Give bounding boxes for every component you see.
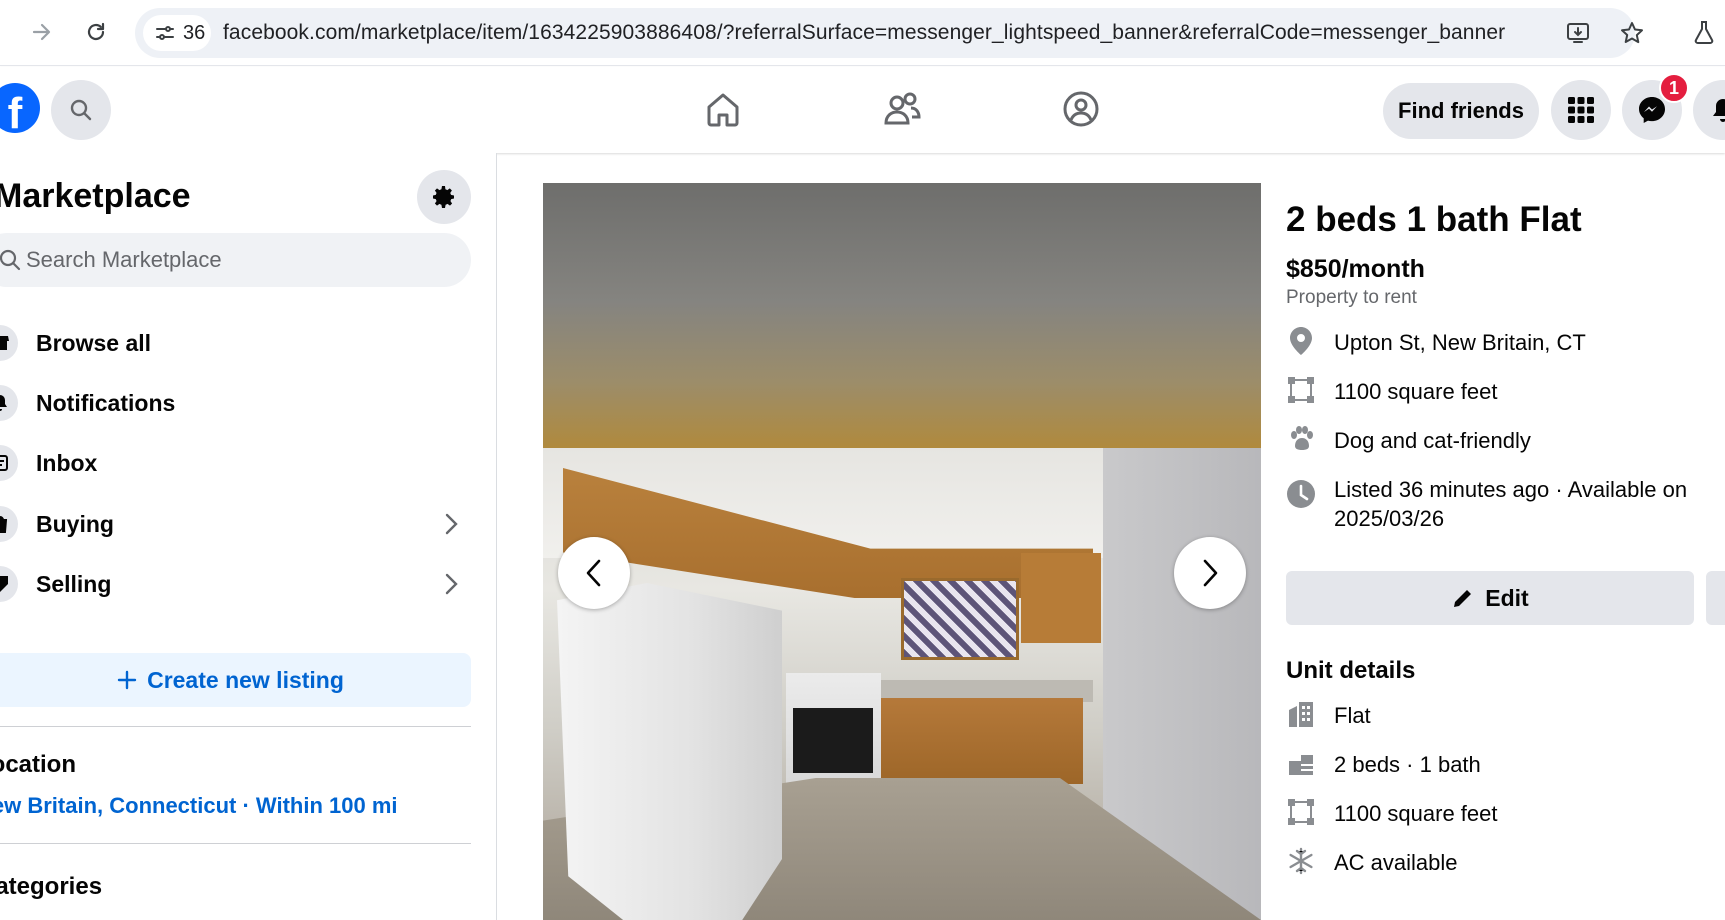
grid-menu-icon — [1568, 97, 1594, 123]
unit-detail-text: AC available — [1334, 850, 1458, 875]
edit-listing-button[interactable]: Edit — [1286, 571, 1694, 625]
home-icon[interactable] — [701, 87, 745, 131]
marketplace-settings-button[interactable] — [417, 170, 471, 224]
unit-detail-text: 1100 square feet — [1334, 801, 1498, 826]
tag-icon — [0, 566, 18, 602]
sidebar-item-notifications[interactable]: Notifications — [0, 374, 470, 432]
pencil-icon — [1454, 590, 1472, 607]
listing-photo — [543, 183, 1261, 920]
notifications-button[interactable] — [1693, 80, 1725, 140]
shopping-bag-icon — [0, 506, 18, 542]
attribute-text: 1100 square feet — [1334, 379, 1498, 404]
inbox-icon — [0, 445, 18, 481]
chevron-right-icon — [444, 512, 460, 541]
forward-button[interactable] — [24, 14, 60, 50]
sidebar-divider — [0, 726, 471, 727]
find-friends-button[interactable]: Find friends — [1383, 83, 1539, 139]
facebook-logo-icon[interactable]: f — [0, 83, 40, 133]
snowflake-icon — [1286, 846, 1316, 876]
edit-label: Edit — [1485, 584, 1529, 611]
bookmark-star-icon[interactable] — [1619, 20, 1645, 46]
groups-icon[interactable] — [1059, 87, 1103, 131]
chevron-right-icon — [1203, 559, 1218, 587]
listing-title: 2 beds 1 bath Flat — [1286, 200, 1582, 239]
unit-detail-text: 2 beds · 1 bath — [1334, 752, 1481, 777]
shop-icon — [0, 325, 18, 361]
kitchen-photo — [543, 448, 1261, 920]
listing-category: Property to rent — [1286, 287, 1417, 308]
facebook-header: f Find friends 1 — [0, 67, 1725, 153]
location-filter-link[interactable]: New Britain, Connecticut · Within 100 mi — [0, 793, 398, 819]
create-new-listing-label: Create new listing — [147, 666, 344, 693]
sidebar-item-inbox[interactable]: Inbox — [0, 434, 470, 492]
sidebar-item-label: Buying — [36, 510, 114, 537]
url-text[interactable]: facebook.com/marketplace/item/1634225903… — [223, 21, 1505, 45]
chevron-right-icon — [444, 572, 460, 601]
photo-blurred-backdrop — [543, 183, 1261, 448]
sidebar-title: Marketplace — [0, 177, 191, 215]
more-options-button[interactable] — [1706, 571, 1725, 625]
listing-details-panel: 2 beds 1 bath Flat $850/month Property t… — [1261, 183, 1725, 920]
sidebar-item-label: Browse all — [36, 329, 152, 356]
friends-icon[interactable] — [880, 87, 924, 131]
reload-button[interactable] — [78, 14, 114, 50]
chevron-left-icon — [586, 559, 601, 587]
tune-icon — [156, 26, 174, 40]
sidebar-item-browse-all[interactable]: Browse all — [0, 314, 470, 372]
bell-icon — [0, 385, 18, 421]
sidebar-item-selling[interactable]: Selling — [0, 555, 470, 613]
categories-heading: Categories — [0, 873, 103, 900]
listing-price: $850/month — [1286, 255, 1425, 283]
tab-count: 36 — [183, 21, 206, 44]
sidebar-item-label: Notifications — [36, 389, 176, 416]
plus-icon — [117, 670, 137, 690]
location-pin-icon — [1286, 326, 1316, 356]
attribute-text: Dog and cat-friendly — [1334, 428, 1531, 453]
messenger-badge: 1 — [1659, 73, 1689, 103]
arrow-right-icon — [32, 23, 51, 41]
marketplace-search — [0, 233, 471, 287]
location-heading: Location — [0, 751, 76, 778]
reload-icon — [87, 22, 105, 41]
sidebar-item-buying[interactable]: Buying — [0, 495, 470, 553]
sidebar-item-label: Selling — [36, 570, 112, 597]
menu-button[interactable] — [1551, 80, 1611, 140]
paw-icon — [1286, 424, 1316, 454]
next-photo-button[interactable] — [1174, 537, 1246, 609]
square-feet-icon — [1286, 375, 1316, 405]
square-feet-icon — [1286, 797, 1316, 827]
building-icon — [1286, 699, 1316, 729]
labs-icon[interactable] — [1686, 14, 1722, 50]
search-icon — [0, 249, 21, 271]
address-bar[interactable]: 36 facebook.com/marketplace/item/1634225… — [135, 8, 1643, 58]
marketplace-sidebar: Marketplace Browse all Notifications Inb… — [0, 153, 497, 920]
unit-details-heading: Unit details — [1286, 657, 1416, 684]
messenger-icon — [1639, 97, 1665, 123]
sidebar-item-label: Inbox — [36, 449, 98, 476]
install-app-icon[interactable] — [1565, 20, 1591, 46]
bell-icon — [1713, 99, 1725, 122]
unit-detail-text: Flat — [1334, 703, 1371, 728]
clock-icon — [1286, 479, 1316, 509]
sidebar-divider — [0, 843, 471, 844]
bed-icon — [1286, 748, 1316, 778]
create-new-listing-button[interactable]: Create new listing — [0, 653, 471, 707]
search-button[interactable] — [51, 80, 111, 140]
attribute-text: Upton St, New Britain, CT — [1334, 330, 1586, 355]
attribute-text: Listed 36 minutes ago · Available on 202… — [1334, 477, 1688, 531]
previous-photo-button[interactable] — [558, 537, 630, 609]
site-info-chip[interactable]: 36 — [143, 15, 211, 51]
search-icon — [70, 99, 92, 121]
marketplace-search-input[interactable] — [26, 233, 446, 287]
gear-icon — [433, 186, 454, 208]
browser-toolbar: 36 facebook.com/marketplace/item/1634225… — [0, 0, 1725, 66]
